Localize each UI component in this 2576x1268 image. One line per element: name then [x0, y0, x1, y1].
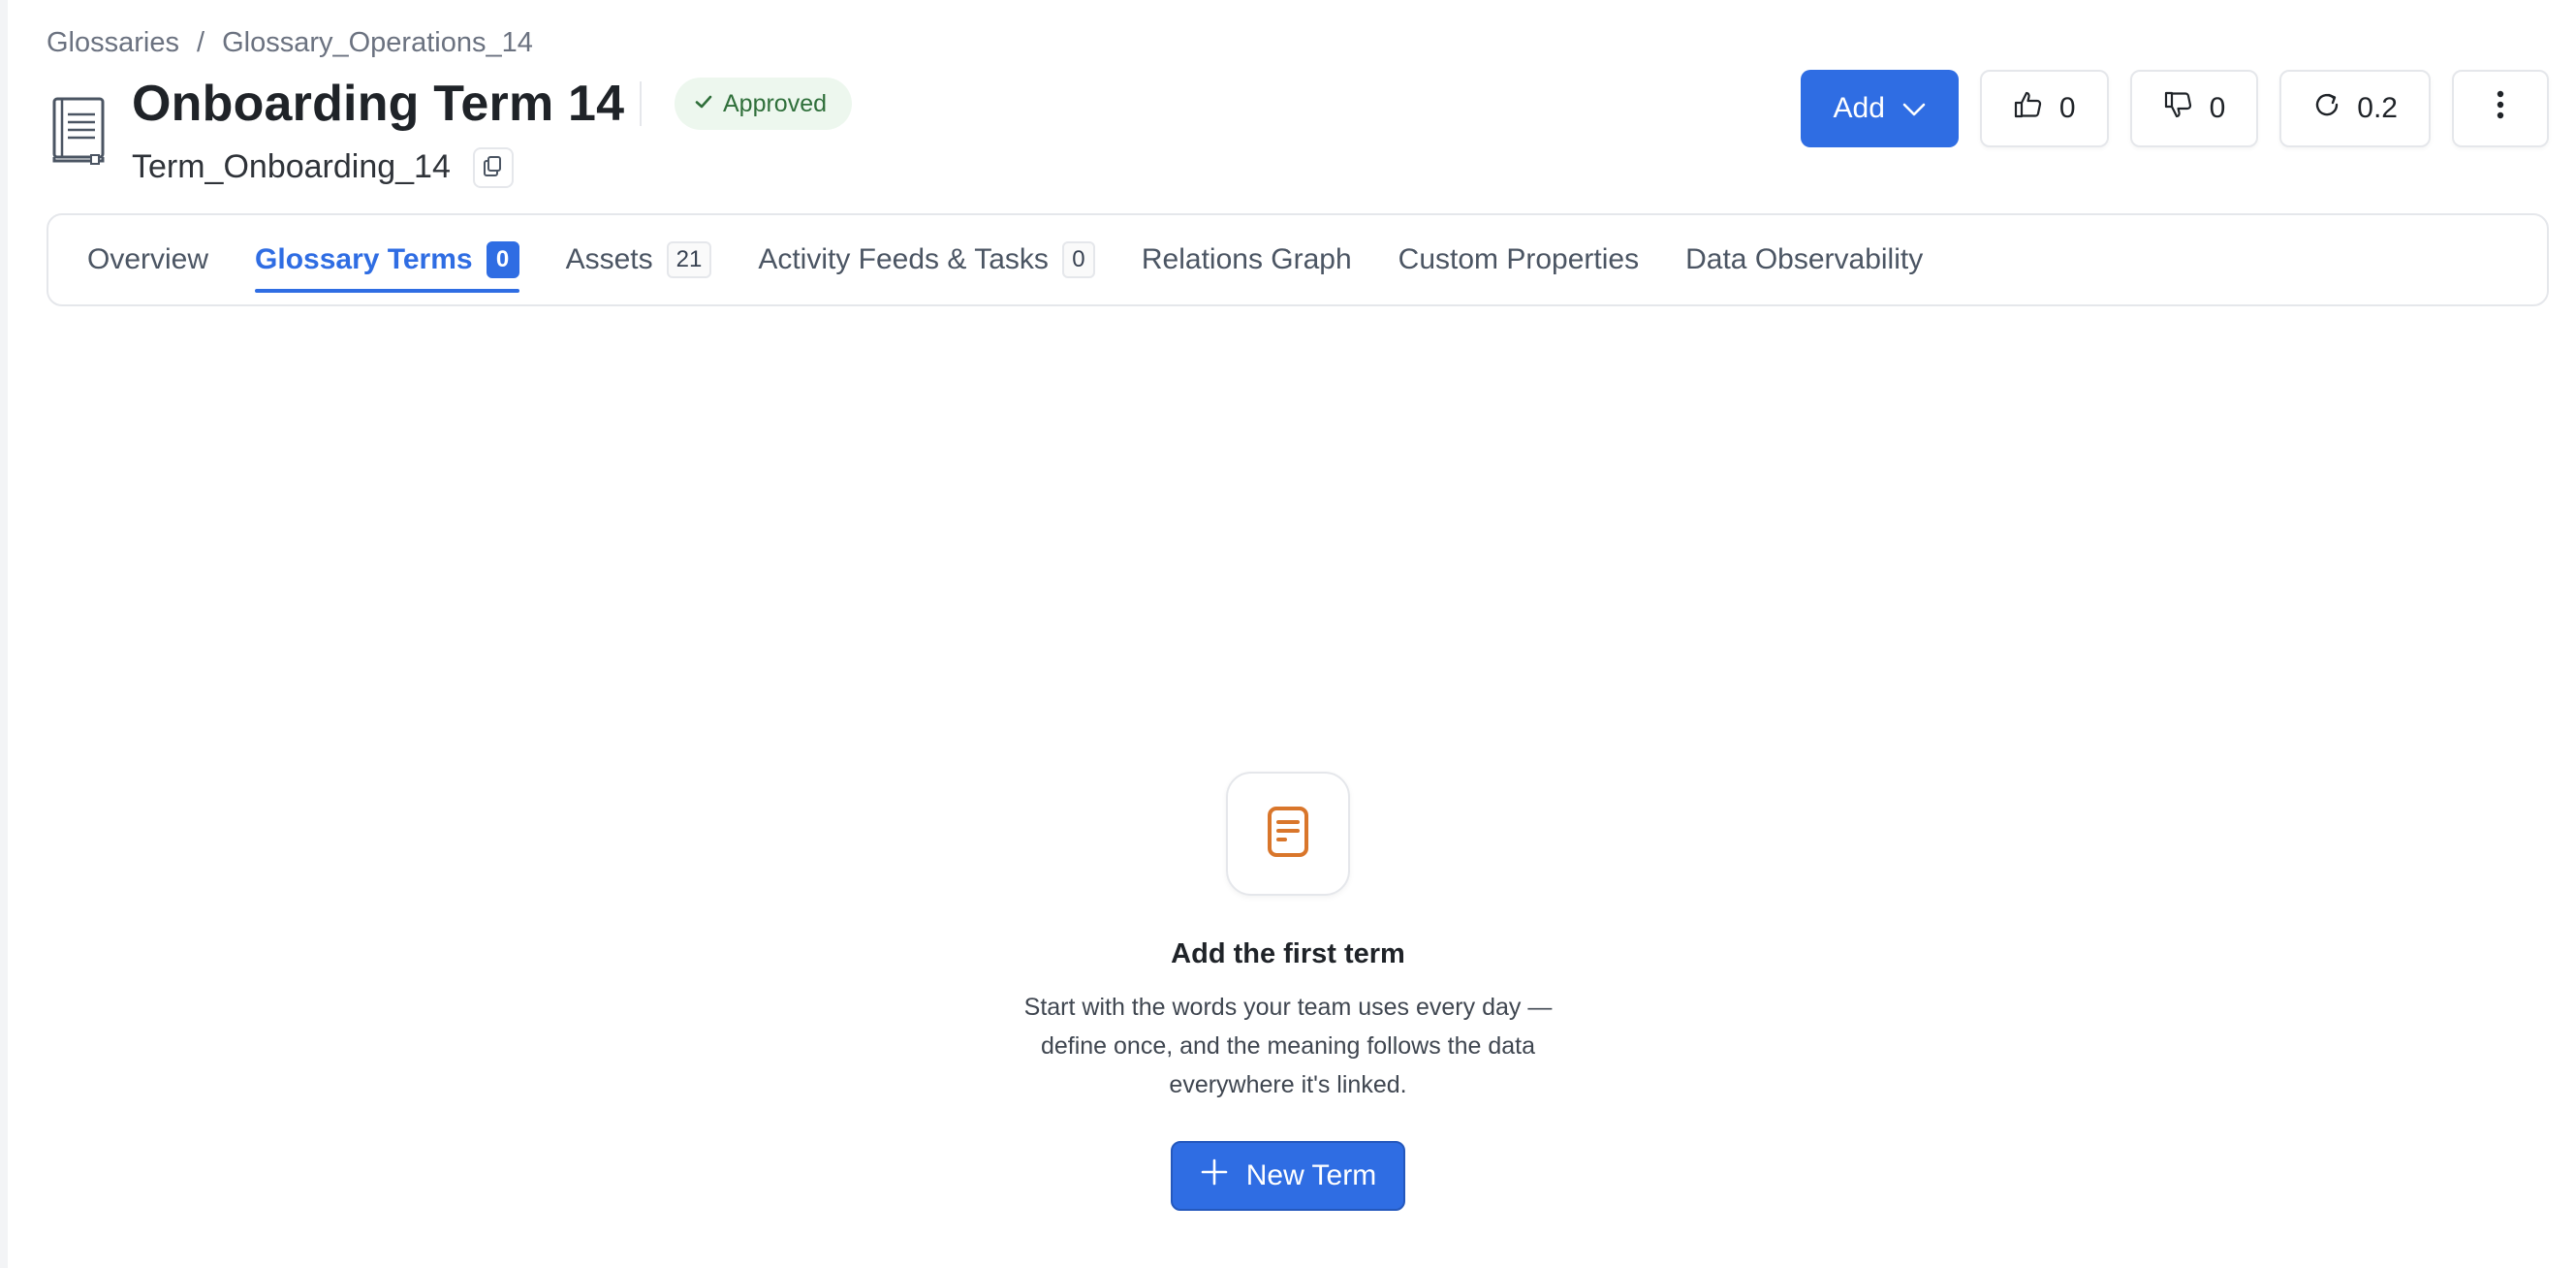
empty-state-title: Add the first term [1171, 938, 1405, 969]
tab-custom-properties[interactable]: Custom Properties [1398, 215, 1639, 304]
breadcrumb: Glossaries / Glossary_Operations_14 [47, 27, 533, 59]
tab-label: Data Observability [1685, 243, 1924, 275]
page-title: Onboarding Term 14 [132, 76, 625, 132]
version-number: 0.2 [2357, 92, 2398, 124]
breadcrumb-glossary[interactable]: Glossary_Operations_14 [222, 27, 533, 59]
term-fqn: Term_Onboarding_14 [132, 148, 451, 185]
add-dropdown-button[interactable]: Add [1800, 70, 1959, 147]
history-icon [2312, 90, 2341, 127]
version-button[interactable]: 0.2 [2279, 70, 2431, 147]
breadcrumb-glossaries[interactable]: Glossaries [47, 27, 179, 59]
empty-state-description: Start with the words your team uses ever… [1023, 994, 1553, 1098]
empty-state: Add the first term Start with the words … [0, 772, 2576, 1211]
book-icon [50, 97, 107, 165]
upvote-count: 0 [2058, 92, 2076, 124]
tab-relations-graph[interactable]: Relations Graph [1142, 215, 1352, 304]
tab-count-badge: 0 [1061, 241, 1095, 278]
breadcrumb-separator: / [197, 27, 205, 58]
new-term-label: New Term [1245, 1159, 1377, 1191]
add-label: Add [1833, 92, 1885, 124]
tab-label: Relations Graph [1141, 243, 1352, 275]
title-divider [640, 81, 642, 126]
more-vertical-icon [2497, 90, 2504, 127]
tab-label: Activity Feeds & Tasks [758, 243, 1049, 275]
copy-button[interactable] [473, 147, 514, 188]
new-term-button[interactable]: New Term [1170, 1141, 1406, 1211]
downvote-button[interactable]: 0 [2129, 70, 2259, 147]
tab-count-badge: 0 [486, 241, 519, 278]
upvote-button[interactable]: 0 [1979, 70, 2109, 147]
tab-label: Glossary Terms [255, 243, 473, 275]
tab-label: Assets [565, 243, 653, 275]
empty-state-icon-box [1226, 772, 1350, 896]
tab-activity-feeds[interactable]: Activity Feeds & Tasks 0 [758, 215, 1095, 304]
header-actions: Add 0 0 0.2 [1800, 70, 2549, 147]
thumbs-down-icon [2163, 89, 2194, 128]
tab-assets[interactable]: Assets 21 [566, 215, 712, 304]
tab-count-badge: 21 [666, 241, 712, 278]
chevron-down-icon [1902, 92, 1926, 125]
copy-icon [483, 155, 504, 181]
document-icon [1264, 805, 1312, 864]
tab-label: Overview [87, 243, 209, 275]
check-icon [694, 90, 713, 118]
plus-icon [1200, 1157, 1229, 1194]
tab-glossary-terms[interactable]: Glossary Terms 0 [255, 215, 519, 304]
downvote-count: 0 [2209, 92, 2226, 124]
tab-label: Custom Properties [1398, 243, 1640, 275]
more-options-button[interactable] [2452, 70, 2549, 147]
status-label: Approved [723, 89, 828, 117]
tab-data-observability[interactable]: Data Observability [1685, 215, 1923, 304]
status-badge: Approved [675, 78, 853, 130]
tab-overview[interactable]: Overview [87, 215, 208, 304]
thumbs-up-icon [2013, 89, 2044, 128]
tab-bar: Overview Glossary Terms 0 Assets 21 Acti… [47, 213, 2549, 306]
